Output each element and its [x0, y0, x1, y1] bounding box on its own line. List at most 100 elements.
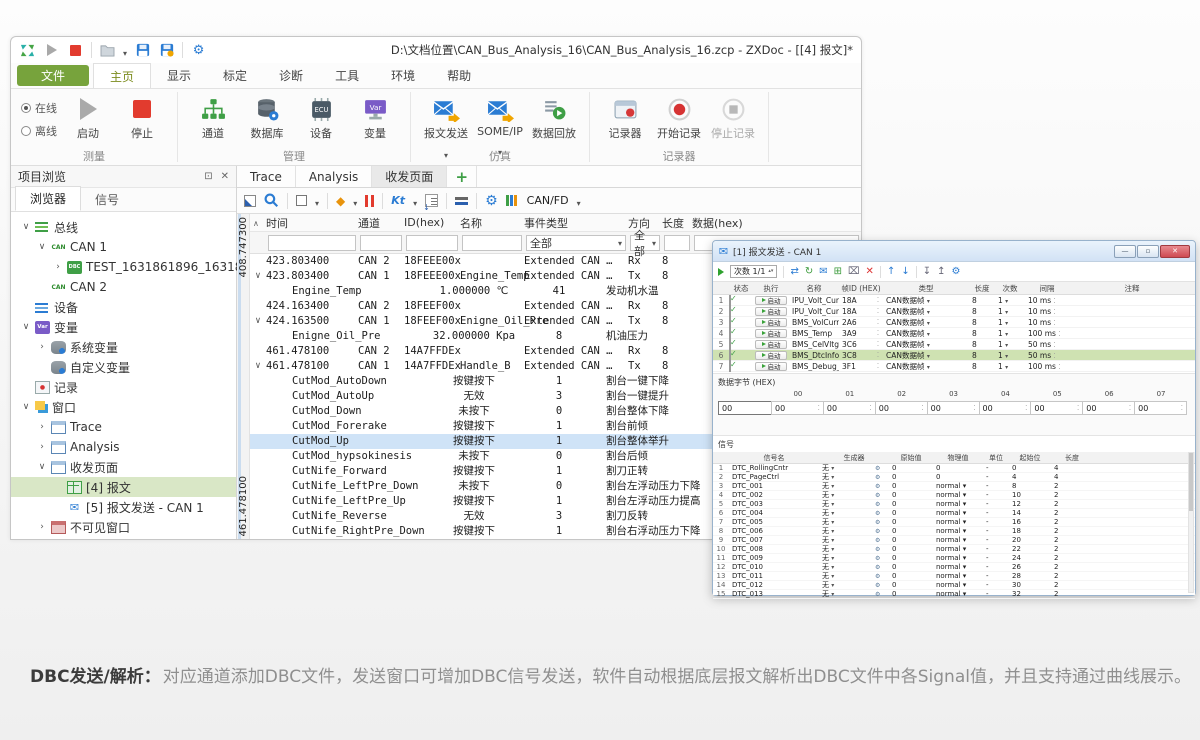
cell-frame-id[interactable]: 18A	[839, 307, 873, 316]
tree-item[interactable]: 设备	[11, 297, 236, 317]
cell-type-select[interactable]: CAN数据帧	[883, 306, 969, 317]
spinner-icon[interactable]: ⁚	[973, 404, 975, 412]
col-name[interactable]: 名称	[460, 215, 524, 231]
tab-browser[interactable]: 浏览器	[15, 186, 81, 211]
signal-row[interactable]: 4 DTC_002 无 0 normal ▾ - 10 2	[713, 491, 1195, 500]
online-radio[interactable]: 在线	[21, 100, 57, 116]
signal-row[interactable]: 9 DTC_007 无 0 normal ▾ - 20 2	[713, 536, 1195, 545]
tab-signal[interactable]: 信号	[81, 188, 133, 211]
cell-interval[interactable]: 50 ms ⁚	[1025, 340, 1069, 349]
cell-phys-value[interactable]: normal ▾	[933, 518, 983, 526]
canfd-label[interactable]: CAN/FD	[527, 194, 569, 207]
generator-wrench-icon[interactable]	[875, 465, 889, 472]
add-tab-button[interactable]: +	[447, 166, 477, 187]
col-interval[interactable]: 间隔	[1025, 283, 1069, 294]
tree-expander-icon[interactable]: ›	[37, 442, 47, 452]
tree-expander-icon[interactable]: ›	[37, 342, 47, 352]
pin-icon[interactable]: ⊡	[204, 171, 212, 182]
database-button[interactable]: 数据库	[240, 92, 294, 141]
exec-start-button[interactable]: 启动	[755, 296, 787, 305]
byte-value-input[interactable]: 00⁚	[823, 401, 876, 415]
stop-record-button[interactable]: 停止记录	[706, 92, 760, 141]
cell-interval[interactable]: 10 ms ⁚	[1025, 307, 1069, 316]
search-icon[interactable]	[264, 193, 279, 209]
pause-icon[interactable]	[365, 193, 374, 209]
signal-row[interactable]: 6 DTC_004 无 0 normal ▾ - 14 2	[713, 509, 1195, 518]
data-replay-button[interactable]: 数据回放	[527, 92, 581, 141]
cell-raw-value[interactable]: 0	[889, 536, 933, 544]
stop-button[interactable]: 停止	[115, 92, 169, 141]
row-expander-icon[interactable]: ∨	[250, 314, 266, 329]
tree-expander-icon[interactable]: ∨	[21, 322, 31, 332]
cell-raw-value[interactable]: 0	[889, 482, 933, 490]
scroll-lock-icon[interactable]	[455, 193, 468, 209]
cell-raw-value[interactable]: 0	[889, 527, 933, 535]
tree-expander-icon[interactable]: ∨	[37, 242, 47, 252]
cell-count-select[interactable]: 1	[995, 351, 1025, 360]
move-down-icon[interactable]: ↓	[901, 267, 909, 277]
cell-interval[interactable]: 10 ms ⁚	[1025, 318, 1069, 327]
spinner-icon[interactable]: ⁚	[1025, 404, 1027, 412]
col-exec[interactable]: 执行	[753, 283, 789, 294]
spinner-icon[interactable]: ⁚	[873, 340, 883, 348]
dropdown-icon[interactable]	[577, 191, 581, 210]
signal-row[interactable]: 8 DTC_006 无 0 normal ▾ - 18 2	[713, 527, 1195, 536]
generator-wrench-icon[interactable]	[875, 582, 889, 589]
byte-value-input[interactable]: 00⁚	[1134, 401, 1187, 415]
quick-start-button[interactable]	[43, 42, 60, 59]
swap-channels-icon[interactable]: ⇄	[790, 267, 798, 277]
cell-phys-value[interactable]: 0	[933, 473, 983, 481]
variable-button[interactable]: Var变量	[348, 92, 402, 141]
cell-type-select[interactable]: CAN数据帧	[883, 295, 969, 306]
spinner-icon[interactable]: ⁚	[873, 351, 883, 359]
cell-frame-id[interactable]: 18A	[839, 296, 873, 305]
canfd-columns-icon[interactable]	[506, 193, 517, 209]
cell-type-select[interactable]: CAN数据帧	[883, 339, 969, 350]
tree-item[interactable]: ∨ 窗口	[11, 397, 236, 417]
close-icon[interactable]: ✕	[221, 171, 229, 182]
col-id[interactable]: ID(hex)	[404, 216, 460, 229]
generator-wrench-icon[interactable]	[875, 546, 889, 553]
send-message-row[interactable]: 7 启动 BMS_Debug_3 3F1 ⁚ CAN数据帧 8 1 100 ms…	[713, 361, 1195, 372]
send-message-row[interactable]: 3 启动 BMS_VolCurr 2A6 ⁚ CAN数据帧 8 1 10 ms …	[713, 317, 1195, 328]
col-channel[interactable]: 通道	[358, 215, 404, 231]
column-select-icon[interactable]	[296, 193, 307, 209]
cell-phys-value[interactable]: normal ▾	[933, 545, 983, 553]
tree-item[interactable]: › 系统变量	[11, 337, 236, 357]
cell-interval[interactable]: 100 ms ⁚	[1025, 362, 1069, 371]
col-event-type[interactable]: 事件类型	[524, 215, 628, 231]
cell-count-select[interactable]: 1	[995, 296, 1025, 305]
cell-type-select[interactable]: CAN数据帧	[883, 317, 969, 328]
col-len[interactable]: 长度	[969, 283, 995, 294]
generator-wrench-icon[interactable]	[875, 591, 889, 598]
cell-raw-value[interactable]: 0	[889, 581, 933, 589]
settings-gear-icon[interactable]	[485, 193, 498, 209]
file-menu-button[interactable]: 文件	[17, 65, 89, 86]
send-window-titlebar[interactable]: [1] 报文发送 - CAN 1 — ▫ ✕	[713, 241, 1195, 262]
exec-start-button[interactable]: 启动	[755, 318, 787, 327]
send-message-row[interactable]: 1 启动 IPU_Volt_Curr 18A ⁚ CAN数据帧 8 1 10 m…	[713, 295, 1195, 306]
cell-raw-value[interactable]: 0	[889, 509, 933, 517]
cell-phys-value[interactable]: normal ▾	[933, 572, 983, 580]
document-tab[interactable]: 收发页面	[372, 166, 447, 187]
col-length[interactable]: 长度	[662, 215, 692, 231]
tree-item[interactable]: › 不可见窗口	[11, 517, 236, 537]
cell-length[interactable]: 8	[969, 296, 995, 305]
send-message-row[interactable]: 4 启动 BMS_Temp 3A9 ⁚ CAN数据帧 8 1 100 ms ⁚	[713, 328, 1195, 339]
signal-row[interactable]: 14 DTC_012 无 0 normal ▾ - 30 2	[713, 581, 1195, 590]
tree-expander-icon[interactable]: ›	[37, 522, 47, 532]
spinner-icon[interactable]: ⁚	[870, 404, 872, 412]
menu-tab[interactable]: 标定	[207, 63, 263, 88]
cell-frame-id[interactable]: 3C8	[839, 351, 873, 360]
cell-count-select[interactable]: 1	[995, 329, 1025, 338]
delete-row-icon[interactable]: ✕	[866, 267, 874, 277]
cell-count-select[interactable]: 1	[995, 307, 1025, 316]
byte-value-input[interactable]: 00⁚	[1082, 401, 1135, 415]
spinner-arrows-icon[interactable]: ▴▾	[768, 270, 773, 274]
tree-expander-icon[interactable]: ›	[53, 262, 63, 272]
tree-expander-icon[interactable]: ∨	[21, 222, 31, 232]
signal-row[interactable]: 7 DTC_005 无 0 normal ▾ - 16 2	[713, 518, 1195, 527]
add-message-icon[interactable]: ✉	[819, 267, 827, 277]
col-msg-name[interactable]: 名称	[789, 283, 839, 294]
offline-radio[interactable]: 离线	[21, 123, 57, 139]
